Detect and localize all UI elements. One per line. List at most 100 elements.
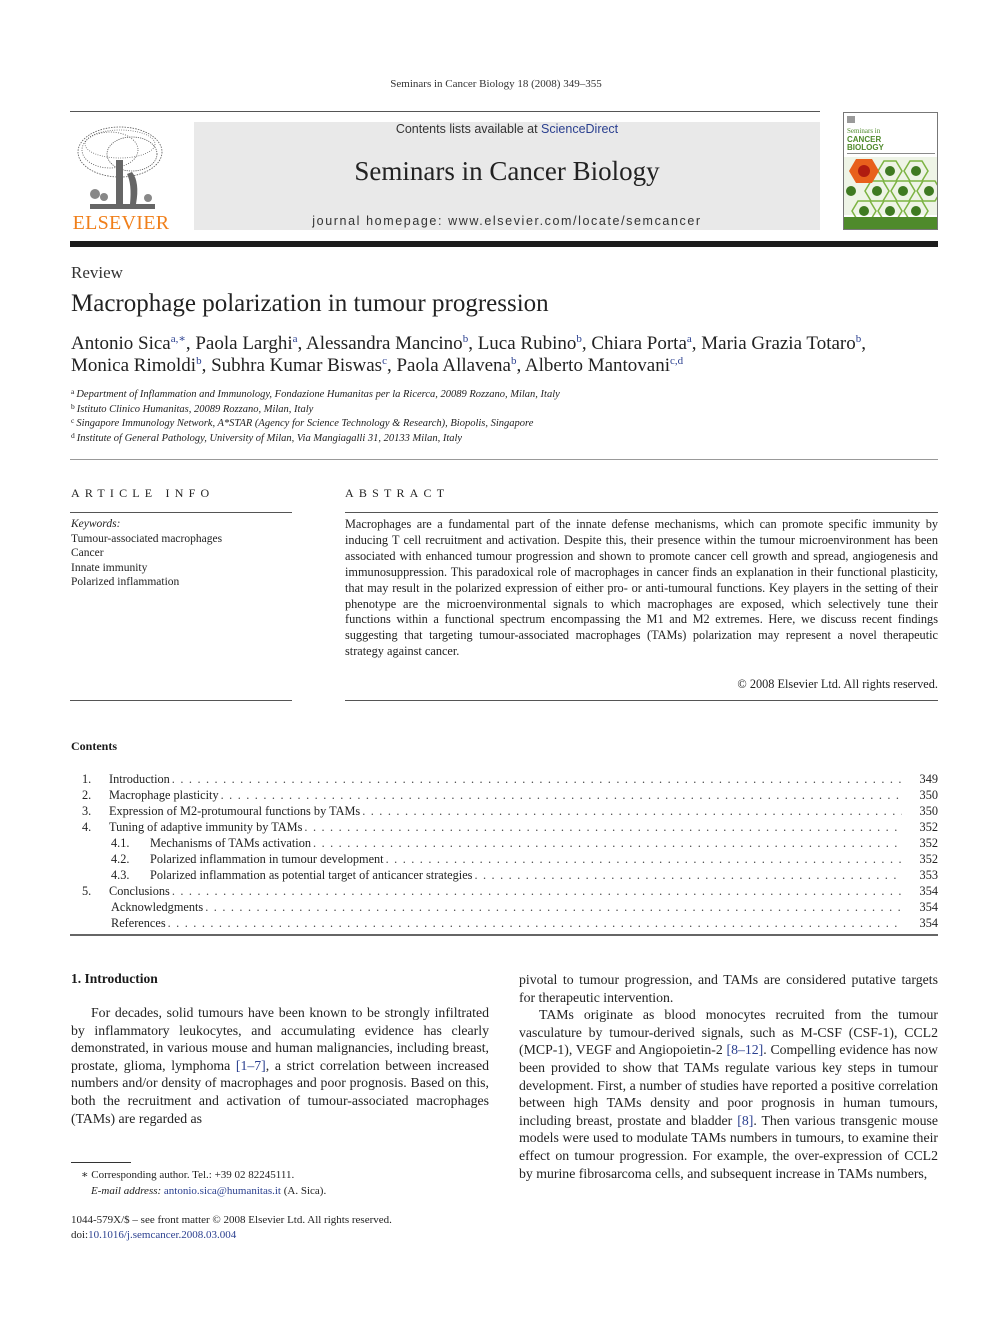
- affiliation-item: d Institute of General Pathology, Univers…: [71, 430, 560, 447]
- toc-number: 2.: [82, 788, 92, 802]
- toc-entry[interactable]: References. . . . . . . . . . . . . . . …: [70, 915, 938, 931]
- toc-page-number[interactable]: 352: [920, 835, 938, 851]
- toc-entry[interactable]: 2. Macrophage plasticity. . . . . . . . .…: [70, 787, 938, 803]
- affiliation-key: c: [71, 416, 75, 425]
- toc-number: 3.: [82, 804, 92, 818]
- affiliation-text: Singapore Immunology Network, A*STAR (Ag…: [76, 418, 534, 429]
- toc-number: 4.1.: [111, 836, 130, 850]
- author-name[interactable]: Alberto Mantovani: [525, 355, 670, 376]
- affiliation-key: b: [71, 401, 75, 411]
- affiliation-rule: [70, 459, 938, 460]
- toc-page-number[interactable]: 354: [920, 899, 938, 915]
- contents-available-line: Contents lists available at ScienceDirec…: [194, 122, 820, 136]
- toc-leader-dots: . . . . . . . . . . . . . . . . . . . . …: [171, 884, 902, 898]
- affiliation-key: d: [71, 430, 75, 440]
- toc-entry[interactable]: 1. Introduction. . . . . . . . . . . . . …: [70, 771, 938, 787]
- toc-number: 4.3.: [111, 868, 130, 882]
- toc-page-number[interactable]: 350: [920, 803, 938, 819]
- abstract-text: Macrophages are a fundamental part of th…: [345, 517, 938, 659]
- toc-leader-dots: . . . . . . . . . . . . . . . . . . . . …: [205, 900, 902, 914]
- doi-link[interactable]: 10.1016/j.semcancer.2008.03.004: [88, 1229, 236, 1241]
- toc-entry[interactable]: 4.3. Polarized inflammation as potential …: [70, 867, 938, 883]
- author-separator: ,: [516, 355, 525, 376]
- toc-title[interactable]: Conclusions: [109, 883, 172, 899]
- author-name[interactable]: Luca Rubino: [478, 333, 577, 354]
- toc-entry[interactable]: 3. Expression of M2-protumoural functions…: [70, 803, 938, 819]
- citation-link[interactable]: [1–7]: [236, 1058, 266, 1073]
- author-name[interactable]: Alessandra Mancino: [306, 333, 463, 354]
- toc-number: 4.: [82, 820, 92, 834]
- citation-link[interactable]: [8–12]: [726, 1042, 763, 1057]
- author-separator: ,: [691, 333, 702, 354]
- toc-leader-dots: . . . . . . . . . . . . . . . . . . . . …: [474, 868, 902, 882]
- article-title: Macrophage polarization in tumour progre…: [71, 290, 549, 317]
- toc-leader-dots: . . . . . . . . . . . . . . . . . . . . …: [220, 788, 902, 802]
- affiliation-key: a: [71, 387, 75, 396]
- affiliation-item: b Istituto Clinico Humanitas, 20089 Rozza…: [71, 401, 560, 418]
- author-separator: ,: [297, 333, 306, 354]
- abstract-top-rule: [345, 512, 938, 513]
- toc-number: 1.: [82, 772, 92, 786]
- footnote-rule: [71, 1162, 131, 1163]
- toc-title[interactable]: Polarized inflammation as potential targ…: [150, 867, 475, 883]
- toc-entry[interactable]: 4.2. Polarized inflammation in tumour dev…: [70, 851, 938, 867]
- email-link[interactable]: antonio.sica@humanitas.it: [164, 1185, 281, 1197]
- author-name[interactable]: Antonio Sica: [71, 333, 171, 354]
- header-rule: [70, 111, 820, 112]
- toc-entry[interactable]: Acknowledgments. . . . . . . . . . . . .…: [70, 899, 938, 915]
- toc-page-number[interactable]: 354: [920, 915, 938, 931]
- toc-entry[interactable]: 4.1. Mechanisms of TAMs activation. . . .…: [70, 835, 938, 851]
- affiliation-marker[interactable]: a,∗: [171, 333, 186, 345]
- toc-title[interactable]: Mechanisms of TAMs activation: [150, 835, 314, 851]
- affiliation-marker[interactable]: c,d: [670, 355, 683, 367]
- author-name[interactable]: Paola Larghi: [195, 333, 292, 354]
- journal-homepage-link[interactable]: journal homepage: www.elsevier.com/locat…: [194, 214, 820, 228]
- toc-title[interactable]: Acknowledgments: [111, 899, 206, 915]
- sciencedirect-link[interactable]: ScienceDirect: [541, 122, 618, 136]
- article-type: Review: [71, 263, 123, 282]
- corresponding-author-note: ∗ Corresponding author. Tel.: +39 02 822…: [81, 1169, 295, 1181]
- toc-title[interactable]: Expression of M2-protumoural functions b…: [109, 803, 363, 819]
- author-separator: ,: [185, 333, 196, 354]
- affiliation-list: a Department of Inflammation and Immunolo…: [71, 388, 560, 446]
- author-name[interactable]: Maria Grazia Totaro: [701, 333, 855, 354]
- toc-page-number[interactable]: 354: [920, 883, 938, 899]
- toc-page-number[interactable]: 353: [920, 867, 938, 883]
- body-column-right: pivotal to tumour progression, and TAMs …: [519, 971, 938, 1182]
- keyword-item: Tumour-associated macrophages: [71, 532, 223, 545]
- journal-cover-image[interactable]: Seminars in CANCER BIOLOGY: [843, 112, 938, 230]
- toc-title[interactable]: References: [111, 915, 168, 931]
- toc-title[interactable]: Macrophage plasticity: [109, 787, 221, 803]
- toc-title[interactable]: Tuning of adaptive immunity by TAMs: [109, 819, 305, 835]
- author-name[interactable]: Paola Allavena: [396, 355, 511, 376]
- keyword-item: Polarized inflammation: [71, 576, 180, 588]
- citation-link[interactable]: [8]: [737, 1113, 753, 1128]
- body-paragraph: TAMs originate as blood monocytes recrui…: [519, 1006, 938, 1182]
- affiliation-item: a Department of Inflammation and Immunolo…: [71, 388, 560, 403]
- toc-page-number[interactable]: 350: [920, 787, 938, 803]
- contents-heading: Contents: [71, 739, 118, 753]
- toc-page-number[interactable]: 349: [920, 771, 938, 787]
- issn-doi-block: 1044-579X/$ – see front matter © 2008 El…: [71, 1213, 392, 1242]
- toc-entry[interactable]: 4. Tuning of adaptive immunity by TAMs. .…: [70, 819, 938, 835]
- toc-page-number[interactable]: 352: [920, 851, 938, 867]
- cover-art-icon: Seminars in CANCER BIOLOGY: [844, 113, 937, 229]
- article-info-top-rule: [70, 512, 292, 513]
- author-name[interactable]: Monica Rimoldi: [71, 355, 196, 376]
- article-info-heading: ARTICLE INFO: [71, 486, 215, 500]
- keywords-block: Keywords: Tumour-associated macrophages …: [71, 517, 222, 590]
- toc-leader-dots: . . . . . . . . . . . . . . . . . . . . …: [313, 836, 902, 850]
- toc-entry[interactable]: 5. Conclusions. . . . . . . . . . . . . .…: [70, 883, 938, 899]
- toc-title[interactable]: Introduction: [109, 771, 172, 787]
- footnotes: ∗ Corresponding author. Tel.: +39 02 822…: [71, 1168, 326, 1199]
- toc-page-number[interactable]: 352: [920, 819, 938, 835]
- contents-bottom-rule: [70, 934, 938, 936]
- running-head: Seminars in Cancer Biology 18 (2008) 349…: [390, 78, 602, 90]
- author-name[interactable]: Subhra Kumar Biswas: [211, 355, 382, 376]
- toc-title[interactable]: Polarized inflammation in tumour develop…: [150, 851, 386, 867]
- contents-available-prefix: Contents lists available at: [395, 122, 542, 136]
- author-name[interactable]: Chiara Porta: [591, 333, 687, 354]
- toc-leader-dots: . . . . . . . . . . . . . . . . . . . . …: [167, 916, 902, 930]
- elsevier-wordmark: ELSEVIER: [72, 212, 170, 234]
- abstract-heading: ABSTRACT: [345, 486, 450, 500]
